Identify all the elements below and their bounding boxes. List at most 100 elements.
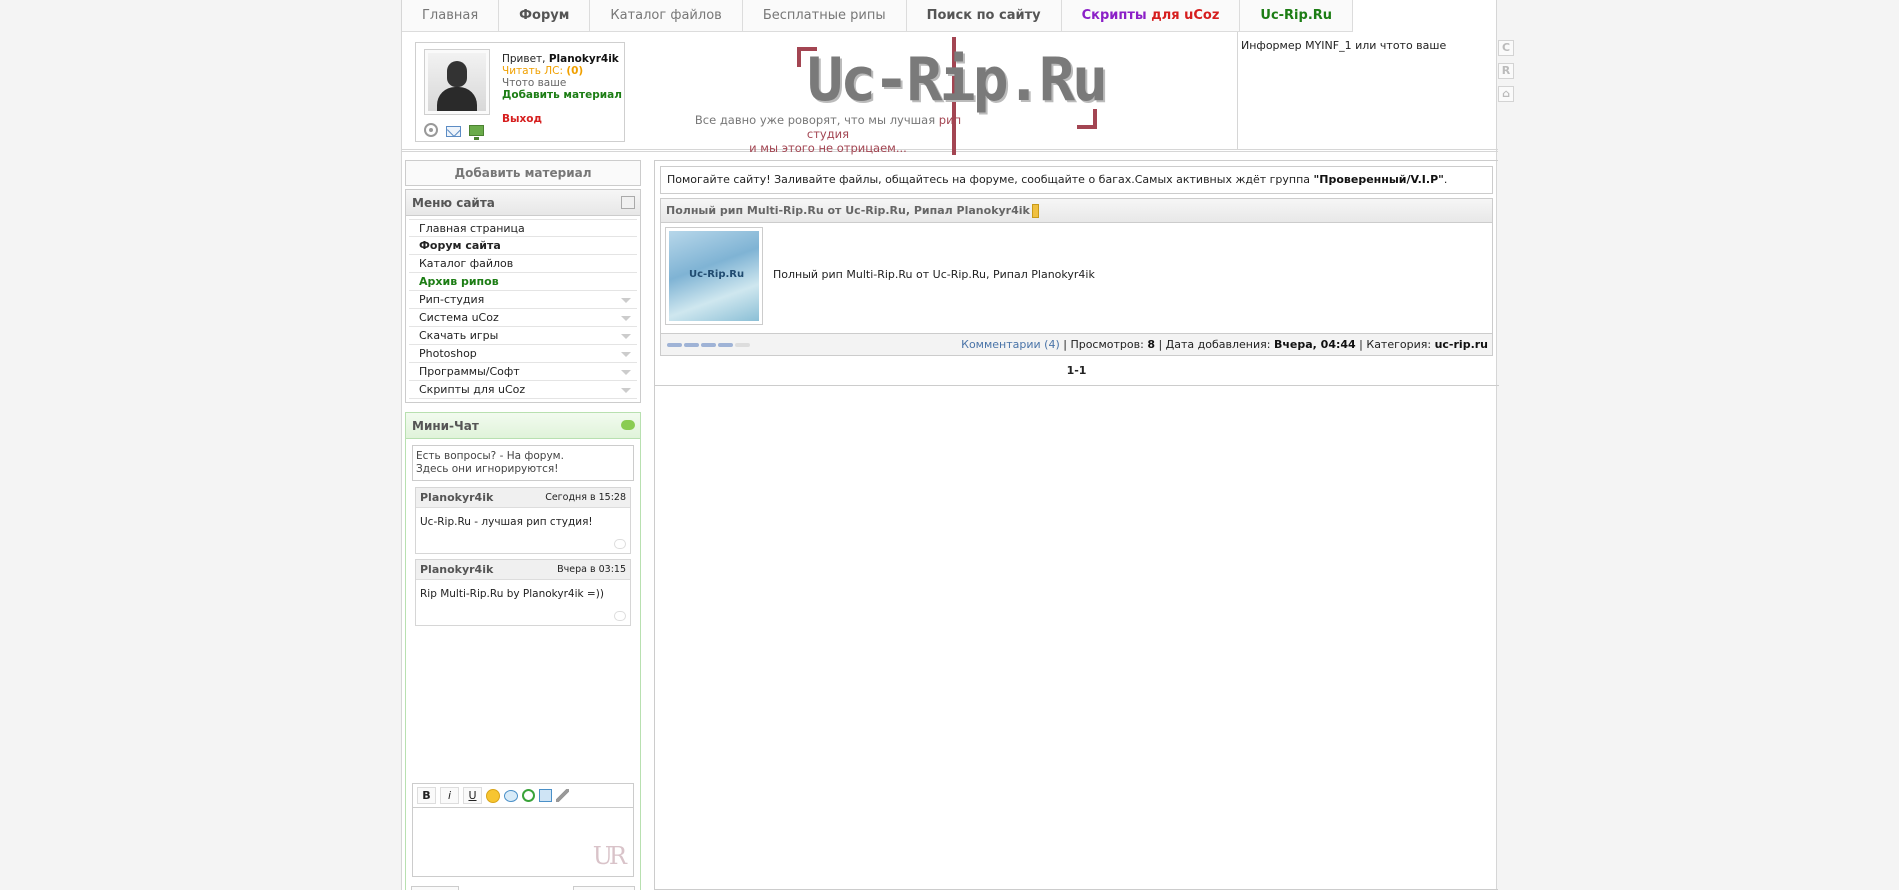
ur-watermark: UR — [592, 842, 627, 870]
main-content: Помогайте сайту! Заливайте файлы, общайт… — [654, 160, 1499, 890]
menu-item-ucoz[interactable]: Система uCoz — [409, 309, 637, 327]
mail-icon[interactable] — [446, 126, 461, 137]
pm-count: (0) — [566, 65, 584, 77]
entry-footer: Комментарии (4) | Просмотров: 8 | Дата д… — [661, 333, 1492, 355]
menu-icon — [621, 196, 635, 209]
nav-scripts-part1: Скрипты — [1081, 8, 1147, 23]
chat-toolbar: B i U — [413, 784, 633, 808]
comments-link[interactable]: Комментарии (4) — [961, 338, 1060, 351]
pm-label: Читать ЛС: — [502, 65, 567, 77]
chat-icon — [621, 420, 635, 430]
chat-notice: Есть вопросы? - На форум. Здесь они игно… — [412, 445, 634, 481]
reply-icon[interactable] — [614, 539, 626, 549]
message-author[interactable]: Planokyr4ik — [420, 491, 493, 504]
entry-thumbnail[interactable] — [665, 227, 763, 325]
italic-button[interactable]: i — [440, 787, 459, 804]
message-text: Rip Multi-Rip.Ru by Planokyr4ik =)) — [420, 588, 604, 600]
notice-group: "Проверенный/V.I.P" — [1313, 173, 1444, 186]
nav-scripts[interactable]: Скрипты для uCoz — [1062, 0, 1241, 32]
refresh-icon[interactable] — [522, 789, 535, 802]
pager: 1-1 — [1066, 364, 1087, 377]
avatar[interactable] — [424, 49, 490, 115]
informer: Информер MYINF_1 или чтото ваше — [1237, 32, 1497, 149]
chat-options-button[interactable] — [573, 886, 635, 890]
side-button-r[interactable]: R — [1498, 63, 1514, 79]
nav-site-link[interactable]: Uc-Rip.Ru — [1240, 0, 1354, 32]
custom-text: Чтото ваше — [502, 77, 567, 89]
message-header: Planokyr4ik Сегодня в 15:28 — [416, 488, 630, 508]
slogan-line2: и мы этого не отрицаем... — [749, 141, 907, 155]
user-box: Привет, Planokyr4ik Читать ЛС: (0) Чтото… — [415, 42, 625, 142]
reply-icon[interactable] — [614, 611, 626, 621]
page-wrapper: Главная Форум Каталог файлов Бесплатные … — [401, 0, 1499, 890]
left-column: Добавить материал Меню сайта Главная стр… — [405, 160, 641, 890]
menu-header: Меню сайта — [406, 190, 640, 216]
greeting-text: Привет, — [502, 53, 549, 65]
menu-item-home[interactable]: Главная страница — [409, 219, 637, 237]
chevron-down-icon — [621, 334, 631, 339]
chevron-down-icon — [621, 298, 631, 303]
home-icon[interactable]: ⌂ — [1498, 86, 1514, 102]
date-value: Вчера, 04:44 — [1273, 338, 1356, 351]
menu-item-label: Photoshop — [419, 347, 477, 360]
nav-forum[interactable]: Форум — [499, 0, 591, 32]
nav-home[interactable]: Главная — [402, 0, 500, 32]
entry-header: Полный рип Multi-Rip.Ru от Uc-Rip.Ru, Ри… — [661, 199, 1492, 223]
nav-catalog[interactable]: Каталог файлов — [590, 0, 743, 32]
chevron-down-icon — [621, 388, 631, 393]
nav-scripts-part2: для uCoz — [1146, 8, 1220, 23]
bold-button[interactable]: B — [417, 787, 436, 804]
rating-star[interactable] — [735, 343, 750, 347]
views-count: 8 — [1147, 338, 1155, 351]
date-label: | Дата добавления: — [1154, 338, 1274, 351]
entry-title[interactable]: Полный рип Multi-Rip.Ru от Uc-Rip.Ru, Ри… — [666, 204, 1030, 217]
chat-submit-button[interactable] — [411, 886, 459, 890]
tool-icon[interactable] — [556, 789, 569, 802]
underline-button[interactable]: U — [463, 787, 482, 804]
monitor-icon[interactable] — [469, 125, 484, 140]
chat-editor[interactable]: B i U UR — [412, 783, 634, 877]
side-button-c[interactable]: C — [1498, 40, 1514, 56]
chevron-down-icon — [621, 370, 631, 375]
save-icon[interactable] — [539, 789, 552, 802]
menu-item-catalog[interactable]: Каталог файлов — [409, 255, 637, 273]
nav-search[interactable]: Поиск по сайту — [907, 0, 1062, 32]
entry-card: Полный рип Multi-Rip.Ru от Uc-Rip.Ru, Ри… — [660, 198, 1493, 356]
smile-icon[interactable] — [486, 788, 500, 803]
gear-icon[interactable] — [424, 123, 438, 137]
rating-star[interactable] — [667, 343, 682, 347]
greeting: Привет, Planokyr4ik — [502, 53, 622, 65]
menu-item-photoshop[interactable]: Photoshop — [409, 345, 637, 363]
menu-item-archive[interactable]: Архив рипов — [409, 273, 637, 291]
chat-message: Planokyr4ik Сегодня в 15:28 Uc-Rip.Ru - … — [415, 487, 631, 554]
menu-item-forum[interactable]: Форум сайта — [409, 237, 637, 255]
speech-bubble-icon[interactable] — [504, 789, 518, 802]
rating-star[interactable] — [684, 343, 699, 347]
mini-chat: Мини-Чат Есть вопросы? - На форум. Здесь… — [405, 412, 641, 890]
chevron-down-icon — [621, 316, 631, 321]
menu-item-label: Скрипты для uCoz — [419, 383, 526, 396]
rating-stars[interactable] — [667, 343, 750, 347]
site-notice: Помогайте сайту! Заливайте файлы, общайт… — [660, 166, 1493, 194]
menu-item-games[interactable]: Скачать игры — [409, 327, 637, 345]
nav-free-rips[interactable]: Бесплатные рипы — [743, 0, 907, 32]
menu-item-software[interactable]: Программы/Софт — [409, 363, 637, 381]
menu-item-scripts[interactable]: Скрипты для uCoz — [409, 381, 637, 399]
add-material-button[interactable]: Добавить материал — [405, 160, 641, 186]
rating-star[interactable] — [718, 343, 733, 347]
logout-link[interactable]: Выход — [502, 113, 622, 125]
rating-star[interactable] — [701, 343, 716, 347]
thumbnail-image — [669, 231, 759, 321]
message-author[interactable]: Planokyr4ik — [420, 563, 493, 576]
pin-icon — [1031, 204, 1039, 218]
menu-item-rip-studio[interactable]: Рип-студия — [409, 291, 637, 309]
user-name[interactable]: Planokyr4ik — [549, 53, 619, 65]
site-menu: Меню сайта Главная страница Форум сайта … — [405, 189, 641, 403]
add-material-link[interactable]: Добавить материал — [502, 89, 622, 101]
category-value[interactable]: uc-rip.ru — [1435, 338, 1488, 351]
user-info: Привет, Planokyr4ik Читать ЛС: (0) Чтото… — [502, 53, 622, 125]
pm-link[interactable]: Читать ЛС: (0) — [502, 65, 622, 77]
entry-description: Полный рип Multi-Rip.Ru от Uc-Rip.Ru, Ри… — [773, 268, 1095, 281]
menu-item-label: Программы/Софт — [419, 365, 520, 378]
chat-message: Planokyr4ik Вчера в 03:15 Rip Multi-Rip.… — [415, 559, 631, 626]
